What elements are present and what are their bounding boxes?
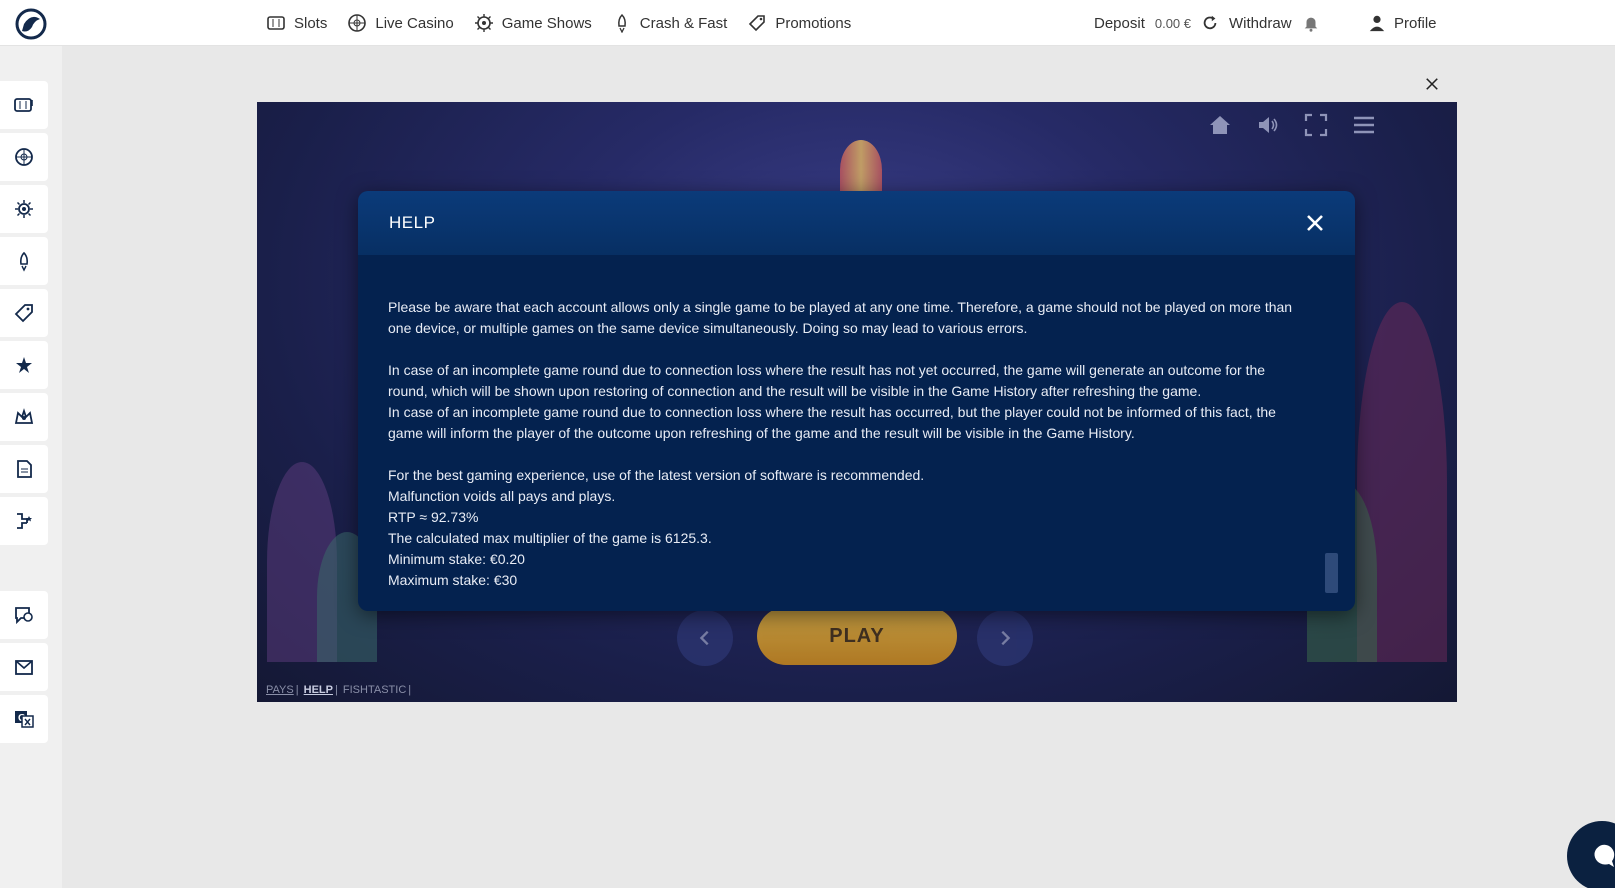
main-nav: Slots Live Casino Game Shows Crash & Fas… <box>266 0 851 46</box>
wheel-icon <box>15 200 33 218</box>
ticket-icon <box>14 304 33 323</box>
play-button[interactable]: PLAY <box>757 607 957 665</box>
sidebar-item-documents[interactable] <box>0 445 48 493</box>
account-area: Deposit 0.00 € Withdraw <box>1094 0 1320 46</box>
play-controls: PLAY <box>677 607 1037 667</box>
previous-button[interactable] <box>677 610 733 666</box>
game-footer-links: PAYS | HELP | FISHTASTIC | <box>266 684 413 696</box>
help-paragraph: The calculated max multiplier of the gam… <box>388 530 712 546</box>
chevron-left-icon <box>699 630 709 646</box>
user-icon <box>1369 15 1385 32</box>
deposit-button[interactable]: Deposit <box>1094 15 1145 32</box>
nav-game-shows[interactable]: Game Shows <box>474 13 592 33</box>
close-icon <box>1307 215 1323 231</box>
sidebar-item-promotions[interactable] <box>0 289 48 337</box>
profile-button[interactable]: Profile <box>1368 0 1437 46</box>
ticket-icon <box>749 15 766 32</box>
document-icon <box>17 460 32 478</box>
help-paragraph: Minimum stake: €0.20 <box>388 551 525 567</box>
sidebar-item-game-shows[interactable] <box>0 185 48 233</box>
fullscreen-icon[interactable] <box>1303 112 1329 138</box>
menu-icon[interactable] <box>1351 112 1377 138</box>
help-paragraph: In case of an incomplete game round due … <box>388 404 1276 441</box>
help-dialog: HELP Please be aware that each account a… <box>358 191 1355 611</box>
top-navigation-bar: Slots Live Casino Game Shows Crash & Fas… <box>0 0 1615 46</box>
help-paragraph: Malfunction voids all pays and plays. <box>388 488 616 504</box>
roulette-icon <box>348 14 367 32</box>
help-close-button[interactable] <box>1305 213 1325 233</box>
separator: | <box>334 684 338 696</box>
chevron-right-icon <box>1001 630 1011 646</box>
nav-label: Live Casino <box>375 14 454 32</box>
sidebar: G <box>0 46 62 888</box>
nav-live-casino[interactable]: Live Casino <box>347 13 454 33</box>
sidebar-item-language[interactable]: G <box>0 695 48 743</box>
star-badge-icon <box>16 357 32 373</box>
help-paragraph: Please be aware that each account allows… <box>388 299 1293 336</box>
balance-value: 0.00 € <box>1154 15 1192 31</box>
withdraw-button[interactable]: Withdraw <box>1229 15 1292 32</box>
separator: | <box>295 684 299 696</box>
sidebar-item-live-casino[interactable] <box>0 133 48 181</box>
help-paragraph: For the best gaming experience, use of t… <box>388 467 925 483</box>
nav-label: Slots <box>294 14 328 32</box>
sidebar-item-crash-fast[interactable] <box>0 237 48 285</box>
chat-icon <box>1594 844 1615 867</box>
sidebar-item-tournaments[interactable] <box>0 497 48 545</box>
wheel-icon <box>474 14 493 32</box>
rocket-icon <box>617 13 626 33</box>
refresh-icon[interactable] <box>1201 14 1219 32</box>
nav-label: Game Shows <box>501 14 592 32</box>
mail-icon <box>15 660 33 675</box>
pays-link[interactable]: PAYS <box>266 684 294 696</box>
sidebar-item-slots[interactable] <box>0 81 48 129</box>
bell-icon[interactable] <box>1302 14 1320 32</box>
profile-label: Profile <box>1394 14 1437 32</box>
help-paragraph: Maximum stake: €30 <box>388 572 518 588</box>
translate-icon: G <box>15 711 34 728</box>
sound-icon[interactable] <box>1255 112 1281 138</box>
close-game-button[interactable] <box>1422 74 1442 94</box>
help-header: HELP <box>358 191 1355 255</box>
help-paragraph: RTP ≈ 92.73% <box>388 509 479 525</box>
help-title: HELP <box>389 213 436 232</box>
slot-machine-icon <box>14 98 33 112</box>
close-icon <box>1426 78 1438 90</box>
game-frame[interactable]: PLAY PAYS | HELP | FISHTASTIC | HELP Please… <box>257 102 1457 702</box>
nav-label: Crash & Fast <box>639 14 728 32</box>
game-controls <box>1207 112 1377 138</box>
home-icon[interactable] <box>1207 112 1233 138</box>
help-content: Please be aware that each account allows… <box>388 297 1298 591</box>
nav-crash-fast[interactable]: Crash & Fast <box>612 13 728 33</box>
nav-label: Promotions <box>775 14 852 32</box>
tournament-icon <box>17 513 32 529</box>
game-name: FISHTASTIC <box>342 684 407 696</box>
support-chat-icon <box>15 607 33 625</box>
nav-promotions[interactable]: Promotions <box>747 13 851 33</box>
live-chat-button[interactable] <box>1567 821 1615 888</box>
sidebar-item-loyalty[interactable] <box>0 393 48 441</box>
roulette-icon <box>15 148 33 166</box>
crown-icon <box>14 408 34 424</box>
sidebar-item-vip[interactable] <box>0 341 48 389</box>
help-scrollbar[interactable] <box>1325 553 1338 593</box>
help-paragraph: In case of an incomplete game round due … <box>388 362 1266 399</box>
slot-machine-icon <box>267 16 285 30</box>
help-link[interactable]: HELP <box>304 684 333 696</box>
next-button[interactable] <box>977 610 1033 666</box>
nav-slots[interactable]: Slots <box>266 13 327 33</box>
sidebar-item-support[interactable] <box>0 591 48 639</box>
brand-logo-icon[interactable] <box>14 7 48 41</box>
rocket-icon <box>20 251 28 272</box>
separator: | <box>408 684 412 696</box>
sidebar-item-messages[interactable] <box>0 643 48 691</box>
